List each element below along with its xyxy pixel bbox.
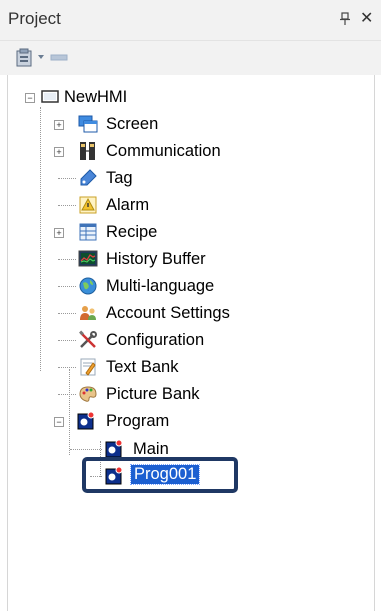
collapse-icon[interactable] [50,53,68,63]
tree-item-label: Screen [106,115,159,133]
tree-root-newhmi[interactable]: − NewHMI [0,85,381,109]
tree-item-label: Alarm [106,196,150,214]
tree-item-label: Multi-language [106,277,215,295]
tree-connector [58,205,76,206]
tree-item-label: Recipe [106,223,158,241]
tree-item-alarm[interactable]: Alarm [0,193,381,217]
tree-item-program[interactable]: − Program [0,409,381,433]
tree-connector [58,367,76,368]
tree-item-picture-bank[interactable]: Picture Bank [0,382,381,406]
project-tree: − NewHMI + Screen + Communication Tag Al… [0,75,381,611]
dropdown-arrow-icon[interactable] [38,55,44,59]
tree-item-label: Picture Bank [106,385,200,403]
communication-icon [80,142,95,160]
tree-item-label: History Buffer [106,250,206,268]
tree-item-history-buffer[interactable]: History Buffer [0,247,381,271]
tree-item-configuration[interactable]: Configuration [0,328,381,352]
tree-item-communication[interactable]: + Communication [0,139,381,163]
users-icon [80,306,96,320]
globe-icon [79,277,97,295]
palette-icon [79,386,97,402]
tag-icon [80,169,97,186]
tree-connector [58,259,76,260]
screen-icon [78,115,98,133]
panel-titlebar: Project ✕ [0,0,381,41]
tree-connector [58,313,76,314]
tree-item-multi-language[interactable]: Multi-language [0,274,381,298]
expand-toggle[interactable]: + [54,147,64,157]
tree-item-recipe[interactable]: + Recipe [0,220,381,244]
program-icon [105,439,123,458]
tree-item-text-bank[interactable]: Text Bank [0,355,381,379]
tree-connector [70,449,102,450]
project-properties-icon[interactable] [15,48,35,68]
tree-item-label: Tag [106,169,133,187]
recipe-icon [79,223,97,241]
tree-item-label: Communication [106,142,221,160]
tree-item-label: Account Settings [106,304,230,322]
tree-item-screen[interactable]: + Screen [0,112,381,136]
tree-item-label: Text Bank [106,358,179,376]
collapse-toggle[interactable]: − [54,417,64,427]
hmi-icon [41,90,59,103]
panel-title: Project [8,9,61,28]
tree-item-tag[interactable]: Tag [0,166,381,190]
project-toolbar [0,41,381,75]
pin-icon[interactable] [339,12,351,26]
tree-item-account-settings[interactable]: Account Settings [0,301,381,325]
tree-connector [58,394,76,395]
tree-connector [58,286,76,287]
alarm-icon [79,196,97,214]
text-bank-icon [80,358,96,376]
tree-connector [58,340,76,341]
tools-icon [79,330,97,348]
tree-item-label: Configuration [106,331,205,349]
history-buffer-icon [78,250,98,267]
highlight-box [82,457,238,493]
expand-toggle[interactable]: + [54,228,64,238]
expand-toggle[interactable]: + [54,120,64,130]
tree-item-label: Program [106,412,170,430]
program-icon [77,411,95,430]
tree-root-label: NewHMI [64,88,128,106]
close-icon[interactable]: ✕ [360,11,373,27]
collapse-toggle[interactable]: − [25,93,35,103]
tree-connector [58,178,76,179]
